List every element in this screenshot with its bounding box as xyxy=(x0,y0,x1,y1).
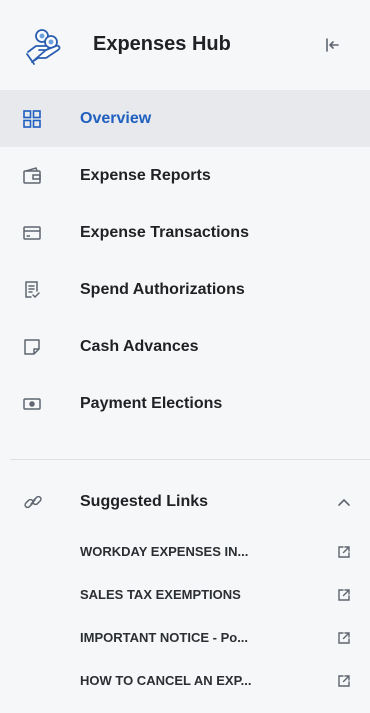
nav-item-label: Overview xyxy=(80,110,152,127)
sidebar-nav: Overview Expense Reports Expense Transac… xyxy=(0,90,370,432)
app-title: Expenses Hub xyxy=(93,33,231,55)
chevron-up-icon[interactable] xyxy=(334,492,354,512)
nav-item-payment-elections[interactable]: Payment Elections xyxy=(0,375,370,432)
link-icon xyxy=(24,495,42,509)
external-link-icon xyxy=(338,589,350,601)
external-link-icon xyxy=(338,546,350,558)
suggested-links-toggle[interactable]: Suggested Links xyxy=(0,480,370,524)
suggested-links-label: Suggested Links xyxy=(80,493,209,510)
nav-item-expense-reports[interactable]: Expense Reports xyxy=(0,147,370,204)
external-link-icon xyxy=(338,632,350,644)
nav-item-label: Payment Elections xyxy=(80,395,223,412)
nav-item-expense-transactions[interactable]: Expense Transactions xyxy=(0,204,370,261)
sidebar-header: Expenses Hub xyxy=(0,0,370,90)
wallet-icon xyxy=(23,167,41,184)
suggested-link[interactable]: HOW TO CANCEL AN EXP... xyxy=(0,659,370,702)
nav-item-label: Cash Advances xyxy=(80,338,199,355)
cash-icon xyxy=(23,398,41,410)
suggested-link[interactable]: IMPORTANT NOTICE - Po... xyxy=(0,616,370,659)
nav-item-cash-advances[interactable]: Cash Advances xyxy=(0,318,370,375)
sidebar-panel: Expenses Hub Overview Expense Reports Ex… xyxy=(0,0,370,713)
credit-card-icon xyxy=(23,226,41,240)
external-link-icon xyxy=(338,675,350,687)
suggested-link-label: IMPORTANT NOTICE - Po... xyxy=(80,630,249,645)
suggested-link-label: SALES TAX EXEMPTIONS xyxy=(80,587,241,602)
note-icon xyxy=(24,339,40,355)
nav-item-label: Expense Transactions xyxy=(80,224,249,241)
suggested-links-list: WORKDAY EXPENSES IN... SALES TAX EXEMPTI… xyxy=(0,530,370,702)
document-check-icon xyxy=(25,281,40,299)
suggested-link-label: HOW TO CANCEL AN EXP... xyxy=(80,673,252,688)
collapse-left-icon[interactable] xyxy=(320,34,342,56)
nav-item-overview[interactable]: Overview xyxy=(0,90,370,147)
suggested-link[interactable]: WORKDAY EXPENSES IN... xyxy=(0,530,370,573)
hand-coins-icon xyxy=(26,29,61,65)
suggested-link-label: WORKDAY EXPENSES IN... xyxy=(80,544,249,559)
dashboard-grid-icon xyxy=(23,110,41,128)
nav-item-label: Expense Reports xyxy=(80,167,211,184)
suggested-link[interactable]: SALES TAX EXEMPTIONS xyxy=(0,573,370,616)
section-divider xyxy=(10,459,370,460)
nav-item-label: Spend Authorizations xyxy=(80,281,245,298)
nav-item-spend-authorizations[interactable]: Spend Authorizations xyxy=(0,261,370,318)
